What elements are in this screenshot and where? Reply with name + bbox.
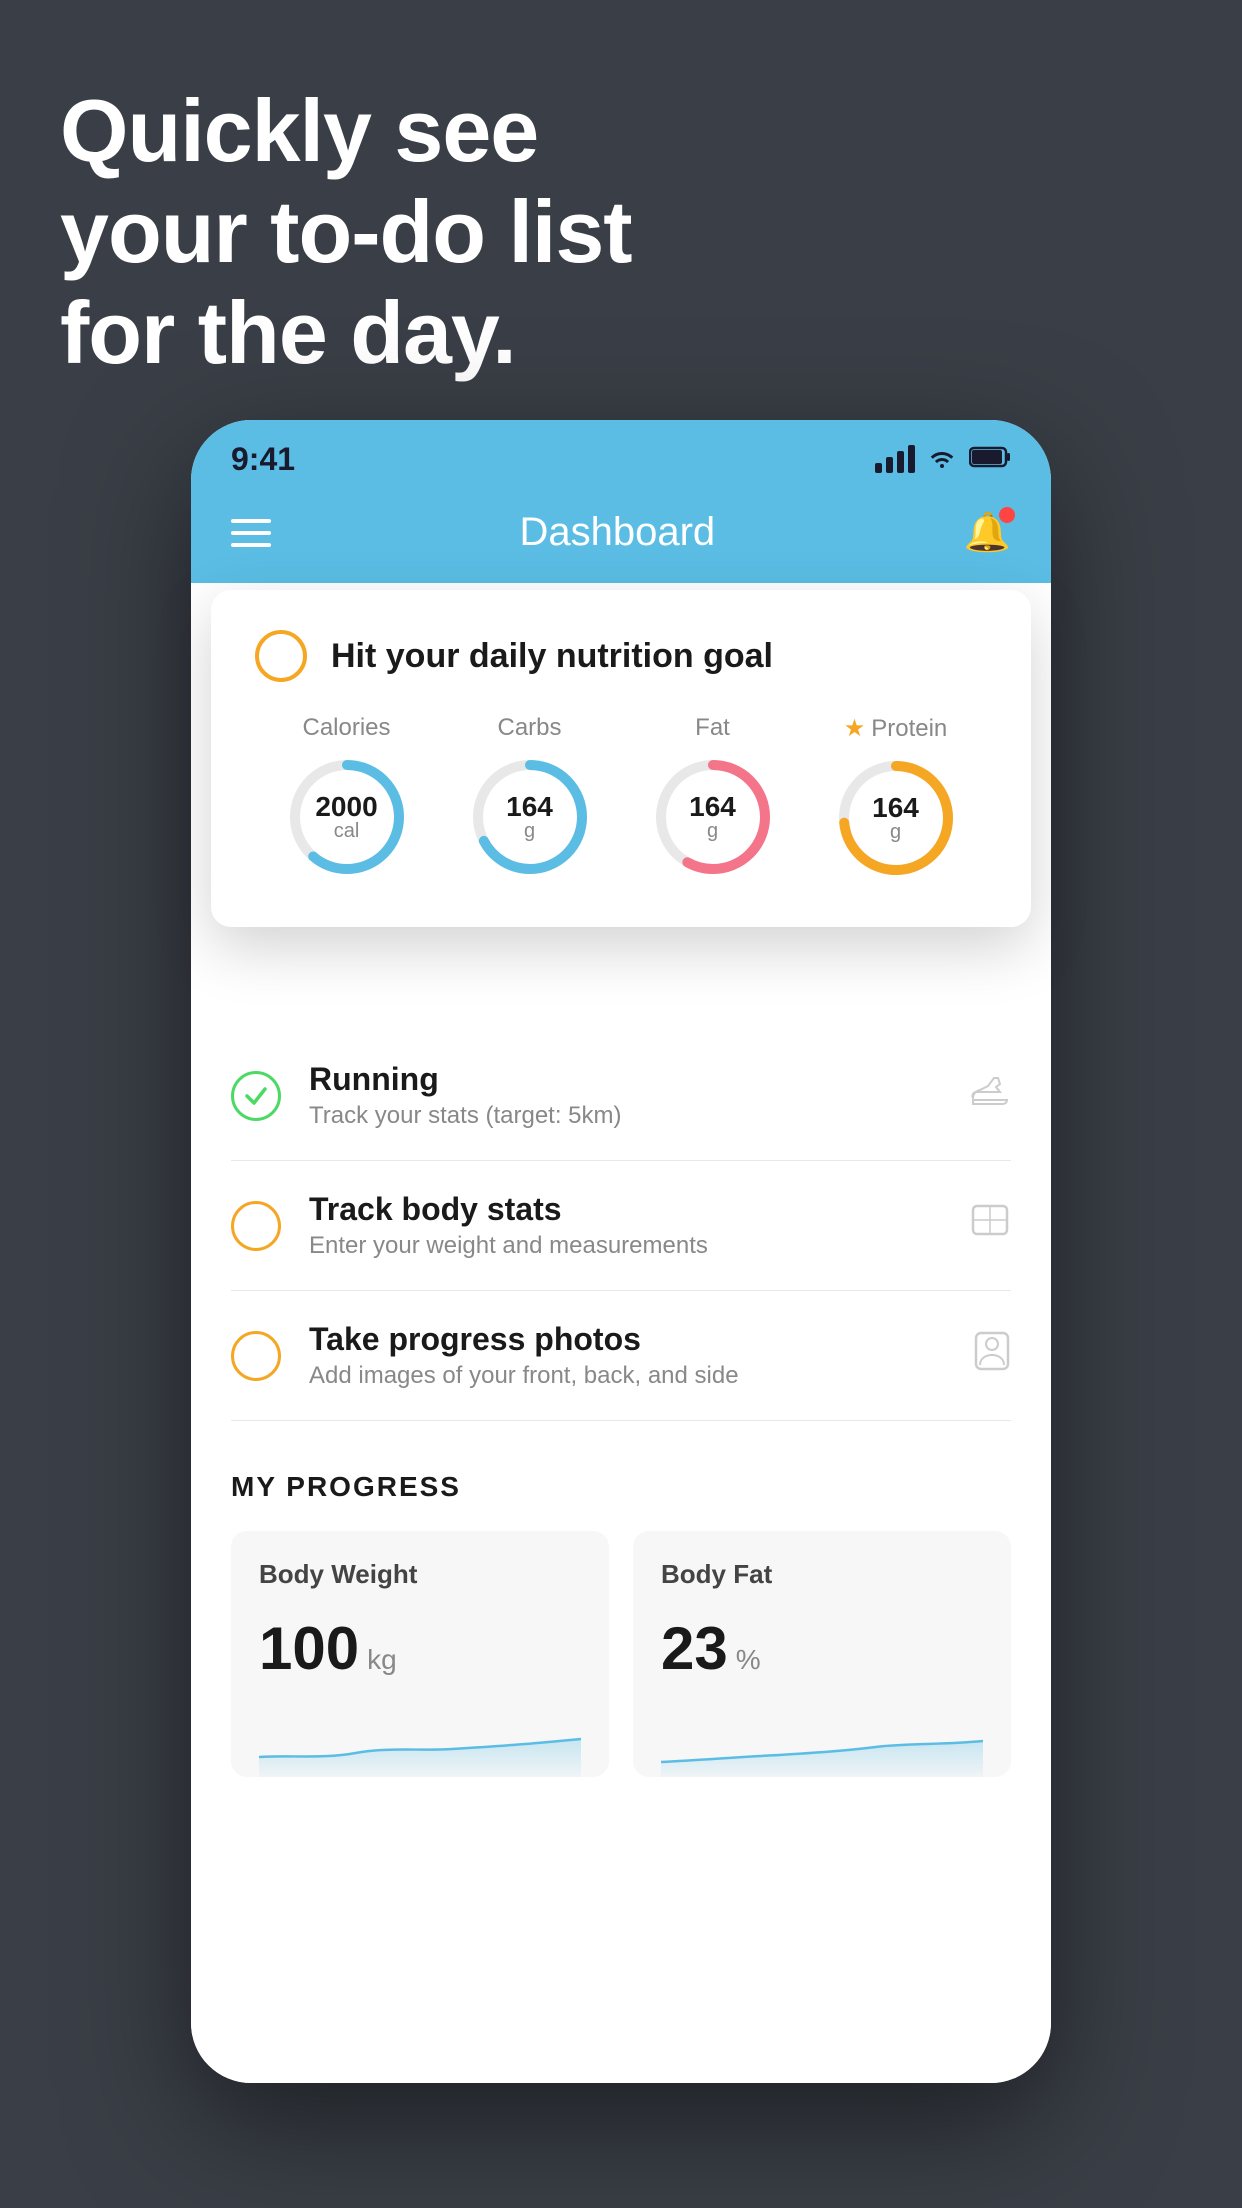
nutrition-card: Hit your daily nutrition goal Calories 2… (211, 590, 1031, 927)
check-photos[interactable] (231, 1331, 281, 1381)
mini-chart-weight (259, 1707, 581, 1777)
bell-icon[interactable]: 🔔 (964, 511, 1011, 555)
donut-calories: 2000 cal (282, 752, 412, 882)
progress-value-fat: 23 (661, 1614, 728, 1683)
todo-text-running: Running Track your stats (target: 5km) (309, 1061, 941, 1130)
person-icon (973, 1330, 1011, 1381)
todo-item-body-stats[interactable]: Track body stats Enter your weight and m… (231, 1161, 1011, 1291)
scale-icon (969, 1202, 1011, 1249)
hero-text: Quickly see your to-do list for the day. (60, 80, 632, 384)
progress-cards: Body Weight 100 kg (231, 1531, 1011, 1777)
notification-badge (999, 507, 1015, 523)
todo-subtitle-running: Track your stats (target: 5km) (309, 1102, 941, 1130)
progress-card-weight[interactable]: Body Weight 100 kg (231, 1531, 609, 1777)
status-icons (875, 444, 1011, 475)
todo-text-photos: Take progress photos Add images of your … (309, 1321, 945, 1390)
check-body-stats[interactable] (231, 1201, 281, 1251)
progress-value-row-weight: 100 kg (259, 1614, 581, 1683)
goal-label-protein: ★ Protein (844, 714, 948, 743)
progress-card-title-fat: Body Fat (661, 1559, 983, 1590)
wifi-icon (927, 444, 957, 475)
progress-title: MY PROGRESS (231, 1471, 1011, 1503)
nutrition-check-circle[interactable] (255, 630, 307, 682)
check-running[interactable] (231, 1071, 281, 1121)
nutrition-goals-row: Calories 2000 cal Carbs (255, 714, 987, 883)
status-time: 9:41 (231, 441, 295, 478)
donut-fat: 164 g (648, 752, 778, 882)
todo-text-body-stats: Track body stats Enter your weight and m… (309, 1191, 941, 1260)
mini-chart-fat (661, 1707, 983, 1777)
hamburger-menu[interactable] (231, 519, 271, 547)
todo-item-running[interactable]: Running Track your stats (target: 5km) (231, 1031, 1011, 1161)
progress-unit-weight: kg (367, 1644, 397, 1676)
shoe-icon (969, 1074, 1011, 1117)
nutrition-card-title: Hit your daily nutrition goal (331, 637, 773, 676)
todo-subtitle-body-stats: Enter your weight and measurements (309, 1232, 941, 1260)
star-icon: ★ (844, 714, 866, 743)
header-title: Dashboard (519, 510, 715, 555)
donut-center-fat: 164 g (689, 793, 736, 841)
progress-section: MY PROGRESS Body Weight 100 kg (191, 1421, 1051, 1817)
donut-center-protein: 164 g (872, 794, 919, 842)
status-bar: 9:41 (191, 420, 1051, 490)
donut-protein: 164 g (831, 753, 961, 883)
battery-icon (969, 444, 1011, 475)
progress-card-title-weight: Body Weight (259, 1559, 581, 1590)
progress-value-row-fat: 23 % (661, 1614, 983, 1683)
todo-item-photos[interactable]: Take progress photos Add images of your … (231, 1291, 1011, 1421)
todo-title-photos: Take progress photos (309, 1321, 945, 1358)
donut-center-carbs: 164 g (506, 793, 553, 841)
app-header: Dashboard 🔔 (191, 490, 1051, 583)
nutrition-card-header: Hit your daily nutrition goal (255, 630, 987, 682)
todo-title-running: Running (309, 1061, 941, 1098)
goal-fat: Fat 164 g (648, 714, 778, 882)
todo-title-body-stats: Track body stats (309, 1191, 941, 1228)
donut-carbs: 164 g (465, 752, 595, 882)
goal-label-fat: Fat (695, 714, 730, 742)
donut-center-calories: 2000 cal (315, 793, 377, 841)
goal-label-calories: Calories (302, 714, 390, 742)
progress-card-fat[interactable]: Body Fat 23 % (633, 1531, 1011, 1777)
goal-protein: ★ Protein 164 g (831, 714, 961, 883)
goal-label-carbs: Carbs (497, 714, 561, 742)
signal-icon (875, 445, 915, 473)
goal-calories: Calories 2000 cal (282, 714, 412, 882)
todo-list: Running Track your stats (target: 5km) T… (191, 1031, 1051, 1421)
goal-carbs: Carbs 164 g (465, 714, 595, 882)
todo-subtitle-photos: Add images of your front, back, and side (309, 1362, 945, 1390)
progress-unit-fat: % (736, 1644, 761, 1676)
progress-value-weight: 100 (259, 1614, 359, 1683)
